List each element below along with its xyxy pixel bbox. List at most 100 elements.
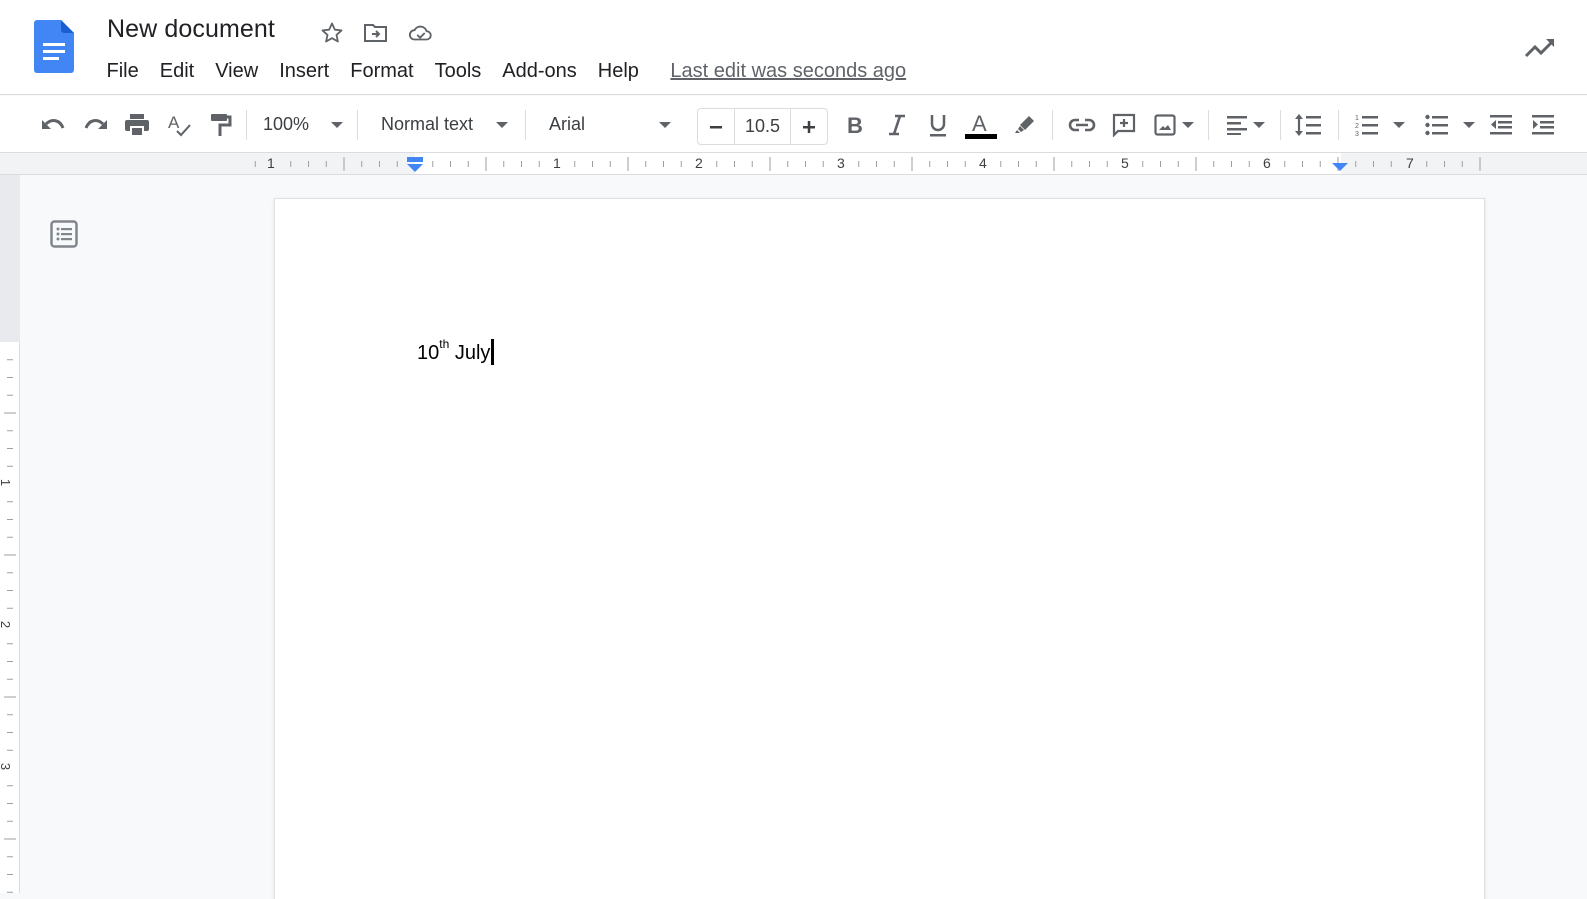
document-outline-icon[interactable] [50,220,78,248]
chevron-down-icon [1393,121,1405,128]
last-edit-link[interactable]: Last edit was seconds ago [670,56,906,86]
toolbar-divider [525,110,526,140]
svg-text:1: 1 [1355,115,1359,122]
decrease-indent-icon [1490,114,1512,134]
document-body-text[interactable]: 10th July [417,337,494,365]
menu-help[interactable]: Help [587,56,649,86]
print-button[interactable] [120,96,154,153]
numbered-list-icon: 123 [1355,115,1378,137]
star-icon[interactable] [319,20,345,46]
menu-insert[interactable]: Insert [269,56,340,86]
style-value: Normal text [381,114,474,134]
undo-button[interactable] [36,96,70,153]
menu-edit[interactable]: Edit [149,56,204,86]
ruler-label: 6 [1263,155,1271,171]
vertical-ruler-label: 2 [0,621,13,628]
toolbar-divider [1280,110,1281,140]
italic-icon [889,114,905,135]
chevron-down-icon [496,121,509,128]
add-comment-icon [1112,113,1136,137]
toolbar: A 100% Normal text Arial 10.5 B A 1 2 3 [0,96,1587,153]
add-comment-button[interactable] [1107,96,1141,153]
chevron-down-icon [331,121,344,128]
bulleted-list-button[interactable] [1420,96,1480,153]
text-color-swatch [965,133,997,139]
increase-font-size-button[interactable] [791,109,827,144]
style-select[interactable]: Normal text [367,96,517,153]
toolbar-divider [246,110,247,140]
docs-logo-icon[interactable] [34,20,74,74]
font-select[interactable]: Arial [535,96,685,153]
paint-format-icon [211,113,232,136]
svg-text:A: A [168,113,180,132]
move-to-folder-icon[interactable] [363,20,389,46]
font-size-stepper: 10.5 [697,108,828,145]
left-indent-marker-icon[interactable] [405,157,425,173]
redo-button[interactable] [79,96,113,153]
underline-button[interactable] [921,96,955,153]
plus-icon [803,120,816,133]
svg-text:B: B [847,114,863,136]
chevron-down-icon [1182,121,1194,128]
toolbar-divider [1052,110,1053,140]
numbered-list-button[interactable]: 123 [1350,96,1410,153]
menu-format[interactable]: Format [340,56,424,86]
menu-add-ons[interactable]: Add-ons [492,56,588,86]
vertical-ruler-label: 1 [0,479,13,486]
ruler-label: 2 [695,155,703,171]
minus-icon [709,125,722,128]
chevron-down-icon [659,121,671,128]
title-bar: New document File Edit View Insert Forma… [0,0,1587,95]
font-value: Arial [549,114,586,134]
menu-tools[interactable]: Tools [424,56,492,86]
line-spacing-button[interactable] [1290,96,1326,153]
menu-bar: File Edit View Insert Format Tools Add-o… [96,56,907,86]
increase-indent-icon [1532,114,1554,134]
paint-format-button[interactable] [204,96,238,153]
vertical-ruler-ticks [4,359,16,893]
text-color-icon: A [972,111,987,133]
document-title[interactable]: New document [107,15,275,44]
right-indent-marker-icon[interactable] [1331,162,1349,172]
menu-file[interactable]: File [96,56,149,86]
menu-view[interactable]: View [205,56,269,86]
spellcheck-button[interactable]: A [162,96,196,153]
ordinal-suffix: th [439,337,450,352]
highlight-pen-icon [1015,115,1034,133]
cloud-saved-icon[interactable] [408,20,434,46]
decrease-indent-button[interactable] [1486,96,1516,153]
spellcheck-icon: A [168,113,191,136]
bold-button[interactable]: B [838,96,872,153]
insert-link-button[interactable] [1064,96,1100,153]
ruler-label: 5 [1121,155,1129,171]
chevron-down-icon [1253,121,1265,128]
horizontal-ruler[interactable]: 1 1 2 3 4 5 6 7 [0,153,1587,175]
decrease-font-size-button[interactable] [698,109,734,144]
undo-icon [42,118,65,129]
ruler-label: 3 [837,155,845,171]
text-cursor [491,339,494,365]
font-size-input[interactable]: 10.5 [733,109,792,144]
document-page[interactable]: 10th July [275,199,1484,899]
ruler-label: 1 [267,155,275,171]
date-day: 10 [417,342,440,364]
svg-text:2: 2 [1355,123,1359,130]
zoom-select[interactable]: 100% [256,96,350,153]
bulleted-list-icon [1425,114,1448,135]
line-spacing-icon [1295,113,1321,136]
ruler-label: 1 [553,155,561,171]
redo-icon [84,118,107,129]
highlight-color-button[interactable] [1008,96,1042,153]
align-button[interactable] [1220,96,1272,153]
image-icon [1154,113,1176,136]
vertical-ruler[interactable]: 1 2 3 [0,175,20,893]
increase-indent-button[interactable] [1528,96,1558,153]
date-month: July [449,342,491,364]
zoom-value: 100% [262,114,310,134]
text-color-button[interactable]: A [962,96,1000,153]
vertical-ruler-label: 3 [0,763,13,770]
italic-button[interactable] [880,96,914,153]
ruler-label: 4 [979,155,987,171]
insert-image-button[interactable] [1148,96,1200,153]
activity-dashboard-icon[interactable] [1523,32,1557,60]
